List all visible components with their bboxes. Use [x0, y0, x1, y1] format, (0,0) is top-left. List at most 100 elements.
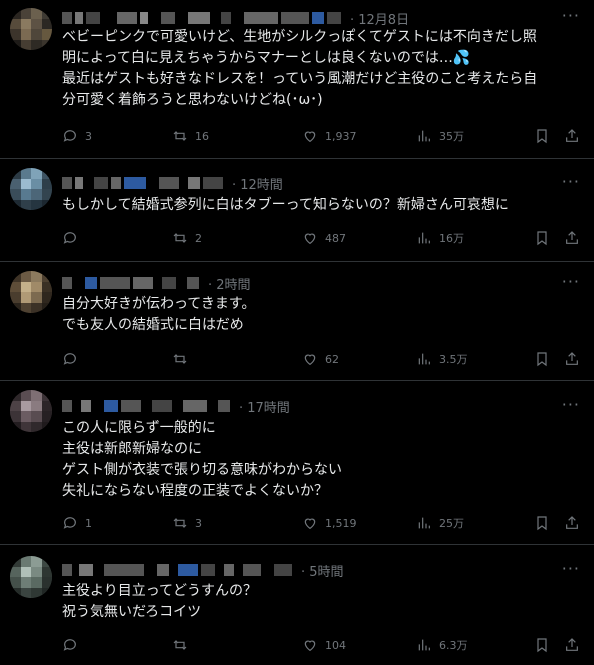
tweet-text: この人に限らず一般的に 主役は新郎新婦なのに ゲスト側が衣装で張り切る意味がわか… — [62, 420, 342, 499]
like-button[interactable]: 104 — [302, 637, 346, 653]
avatar[interactable] — [10, 168, 52, 210]
share-button[interactable] — [564, 230, 587, 246]
views-button[interactable]: 3.5万 — [416, 351, 468, 367]
share-icon — [566, 231, 578, 244]
views-chart-icon — [418, 639, 430, 651]
share-button[interactable] — [564, 637, 587, 653]
bookmark-button[interactable] — [534, 230, 557, 246]
avatar[interactable] — [10, 390, 52, 432]
tweet-actions: 104 6.3万 — [62, 637, 594, 657]
views-count: 35万 — [439, 130, 464, 143]
tweet[interactable]: · 2時間 ··· 自分大好きが伝わってきます。 でも友人の結婚式に白はだめ 6… — [0, 261, 594, 381]
bookmark-button[interactable] — [534, 515, 557, 531]
reply-count: 1 — [85, 516, 92, 530]
retweet-icon — [173, 518, 187, 528]
reply-button[interactable] — [62, 230, 85, 246]
tweet-actions: 62 3.5万 — [62, 351, 594, 371]
views-button[interactable]: 25万 — [416, 515, 464, 531]
display-name-redacted[interactable]: · 12時間 — [62, 174, 283, 193]
views-button[interactable]: 6.3万 — [416, 637, 468, 653]
views-count: 16万 — [439, 232, 464, 245]
like-count: 1,519 — [325, 516, 357, 530]
retweet-button[interactable]: 16 — [172, 128, 209, 144]
retweet-count: 3 — [195, 516, 202, 530]
tweet-time[interactable]: · 5時間 — [301, 561, 344, 580]
display-name-redacted[interactable]: · 12月8日 — [62, 9, 409, 28]
avatar[interactable] — [10, 8, 52, 50]
tweet-actions: 3 16 1,937 35万 — [62, 128, 594, 148]
reply-button[interactable] — [62, 351, 85, 367]
like-button[interactable]: 487 — [302, 230, 346, 246]
more-options-icon[interactable]: ··· — [562, 559, 580, 578]
reply-count: 3 — [85, 129, 92, 143]
bookmark-button[interactable] — [534, 351, 557, 367]
share-button[interactable] — [564, 351, 587, 367]
bookmark-icon — [537, 231, 547, 246]
heart-icon — [304, 233, 316, 245]
retweet-icon — [173, 354, 187, 364]
views-button[interactable]: 16万 — [416, 230, 464, 246]
tweet[interactable]: · 12月8日 ··· ベビーピンクで可愛いけど、生地がシルクっぽくてゲストには… — [0, 0, 594, 159]
share-button[interactable] — [564, 515, 587, 531]
reply-icon — [63, 517, 76, 529]
retweet-button[interactable]: 3 — [172, 515, 202, 531]
reply-button[interactable] — [62, 637, 85, 653]
retweet-button[interactable]: 2 — [172, 230, 202, 246]
views-chart-icon — [418, 353, 430, 365]
tweet-actions: 1 3 1,519 25万 — [62, 515, 594, 535]
bookmark-button[interactable] — [534, 637, 557, 653]
more-options-icon[interactable]: ··· — [562, 172, 580, 191]
reply-icon — [63, 353, 76, 365]
bookmark-icon — [537, 516, 547, 531]
tweet-time[interactable]: · 17時間 — [239, 397, 290, 416]
like-count: 487 — [325, 231, 346, 245]
like-button[interactable]: 1,937 — [302, 128, 357, 144]
heart-icon — [304, 518, 316, 530]
share-button[interactable] — [564, 128, 587, 144]
retweet-icon — [173, 233, 187, 243]
tweet-time[interactable]: · 12月8日 — [350, 9, 409, 28]
retweet-button[interactable] — [172, 351, 195, 367]
views-count: 6.3万 — [439, 639, 468, 652]
more-options-icon[interactable]: ··· — [562, 395, 580, 414]
views-chart-icon — [418, 232, 430, 244]
bookmark-icon — [537, 129, 547, 144]
like-count: 104 — [325, 638, 346, 652]
display-name-redacted[interactable]: · 2時間 — [62, 274, 251, 293]
display-name-redacted[interactable]: · 5時間 — [62, 561, 344, 580]
tweet-time[interactable]: · 2時間 — [208, 274, 251, 293]
share-icon — [566, 129, 578, 142]
avatar[interactable] — [10, 556, 52, 598]
reply-icon — [63, 130, 76, 142]
views-chart-icon — [418, 130, 430, 142]
tweet[interactable]: · 12時間 ··· もしかして結婚式参列に白はタブーって知らないの？新婦さん可… — [0, 158, 594, 262]
heart-icon — [304, 640, 316, 652]
more-options-icon[interactable]: ··· — [562, 272, 580, 291]
heart-icon — [304, 131, 316, 143]
share-icon — [566, 352, 578, 365]
avatar[interactable] — [10, 271, 52, 313]
views-count: 25万 — [439, 517, 464, 530]
retweet-button[interactable] — [172, 637, 195, 653]
reply-button[interactable]: 1 — [62, 515, 92, 531]
tweet-text: もしかして結婚式参列に白はタブーって知らないの？新婦さん可哀想に — [62, 197, 509, 213]
retweet-icon — [173, 640, 187, 650]
like-button[interactable]: 62 — [302, 351, 339, 367]
retweet-count: 16 — [195, 129, 209, 143]
tweet-time[interactable]: · 12時間 — [232, 174, 283, 193]
tweet[interactable]: · 17時間 ··· この人に限らず一般的に 主役は新郎新婦なのに ゲスト側が衣… — [0, 380, 594, 545]
more-options-icon[interactable]: ··· — [562, 6, 580, 25]
tweet-text: 主役より目立ってどうすんの？ 祝う気無いだろコイツ — [62, 583, 258, 620]
views-chart-icon — [418, 517, 430, 529]
bookmark-icon — [537, 352, 547, 367]
views-button[interactable]: 35万 — [416, 128, 464, 144]
tweet[interactable]: · 5時間 ··· 主役より目立ってどうすんの？ 祝う気無いだろコイツ 104 … — [0, 544, 594, 665]
like-button[interactable]: 1,519 — [302, 515, 357, 531]
reply-icon — [63, 232, 76, 244]
reply-button[interactable]: 3 — [62, 128, 92, 144]
like-count: 1,937 — [325, 129, 357, 143]
share-icon — [566, 638, 578, 651]
bookmark-button[interactable] — [534, 128, 557, 144]
views-count: 3.5万 — [439, 353, 468, 366]
display-name-redacted[interactable]: · 17時間 — [62, 397, 290, 416]
